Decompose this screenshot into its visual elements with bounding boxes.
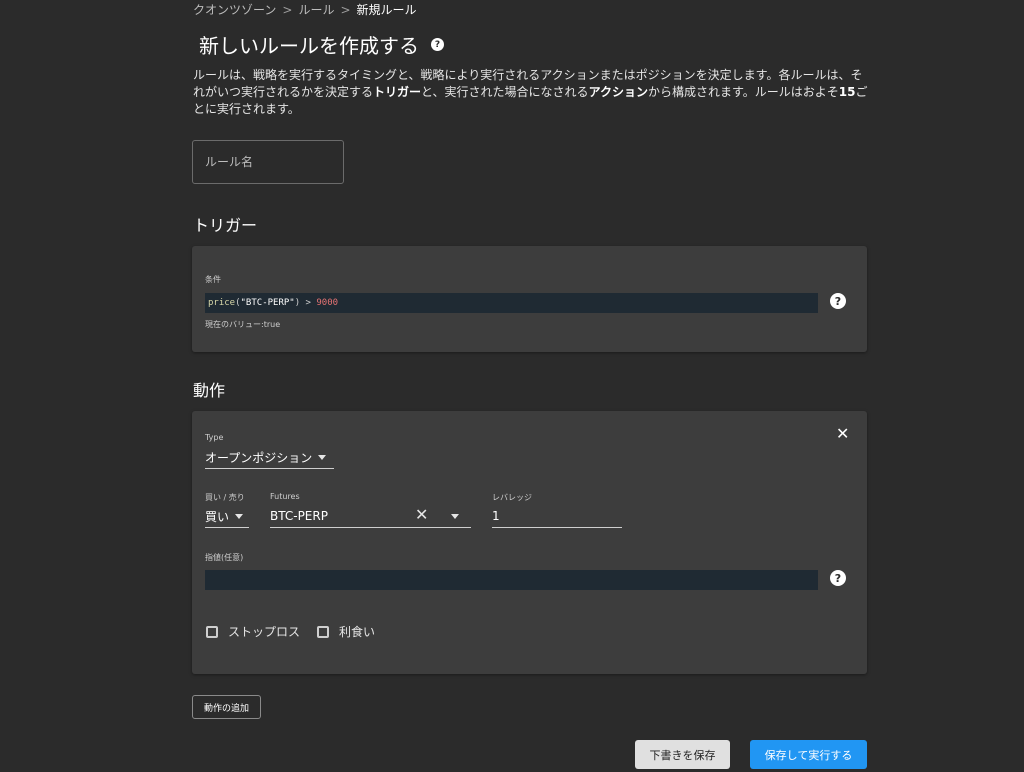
intro-action-term: アクション bbox=[588, 85, 648, 99]
rule-name-input[interactable] bbox=[192, 140, 344, 184]
chevron-down-icon bbox=[235, 514, 244, 519]
side-select[interactable]: 買い bbox=[205, 506, 249, 528]
current-value-label: 現在のバリュー: bbox=[205, 320, 264, 329]
futures-value: BTC-PERP bbox=[270, 509, 328, 523]
clear-icon[interactable]: ✕ bbox=[415, 505, 428, 524]
leverage-input[interactable]: 1 bbox=[492, 506, 622, 528]
code-operator: > bbox=[300, 298, 317, 308]
condition-help-icon[interactable]: ? bbox=[830, 293, 846, 309]
stop-loss-label: ストップロス bbox=[228, 625, 301, 639]
type-select[interactable]: オープンポジション bbox=[205, 447, 334, 469]
type-label: Type bbox=[205, 433, 224, 442]
limit-price-label: 指値(任意) bbox=[205, 553, 244, 562]
intro-paragraph: ルールは、戦略を実行するタイミングと、戦略により実行されるアクションまたはポジシ… bbox=[193, 67, 873, 118]
code-number: 9000 bbox=[316, 298, 339, 308]
breadcrumb-current: 新規ルール bbox=[356, 3, 417, 17]
close-icon[interactable]: ✕ bbox=[836, 424, 849, 443]
page-title-text: 新しいルールを作成する bbox=[199, 34, 419, 58]
intro-text: から構成されます。ルールはおよそ bbox=[647, 85, 839, 99]
action-heading: 動作 bbox=[193, 381, 226, 400]
chevron-down-icon[interactable] bbox=[451, 514, 459, 519]
side-value: 買い bbox=[205, 510, 230, 524]
trigger-panel: 条件 price("BTC-PERP") > 9000 ? 現在のバリュー:tr… bbox=[192, 246, 867, 352]
futures-label: Futures bbox=[270, 492, 300, 501]
code-string: "BTC-PERP" bbox=[240, 298, 295, 308]
current-value: 現在のバリュー:true bbox=[205, 319, 280, 330]
trigger-heading: トリガー bbox=[193, 216, 258, 235]
type-value: オープンポジション bbox=[205, 451, 313, 465]
save-draft-button[interactable]: 下書きを保存 bbox=[635, 740, 730, 769]
limit-price-help-icon[interactable]: ? bbox=[830, 570, 846, 586]
add-action-button[interactable]: 動作の追加 bbox=[192, 695, 261, 719]
page-title: 新しいルールを作成する ? bbox=[199, 30, 444, 59]
take-profit-checkbox[interactable] bbox=[317, 625, 329, 638]
stop-loss-checkbox[interactable] bbox=[206, 625, 218, 638]
chevron-down-icon bbox=[318, 455, 327, 460]
breadcrumb-separator: > bbox=[340, 3, 351, 17]
take-profit-label: 利食い bbox=[339, 625, 376, 639]
side-label: 買い / 売り bbox=[205, 493, 245, 502]
action-panel: ✕ Type オープンポジション 買い / 売り 買い Futures BTC-… bbox=[192, 411, 867, 674]
take-profit-toggle[interactable]: 利食い bbox=[317, 623, 375, 640]
help-icon[interactable]: ? bbox=[431, 38, 444, 51]
stop-loss-toggle[interactable]: ストップロス bbox=[206, 623, 300, 640]
code-function: price bbox=[208, 298, 236, 308]
condition-label: 条件 bbox=[205, 275, 221, 284]
leverage-label: レバレッジ bbox=[492, 493, 532, 502]
intro-text: と、実行された場合になされる bbox=[421, 85, 589, 99]
breadcrumb-separator: > bbox=[282, 3, 293, 17]
futures-select[interactable]: BTC-PERP ✕ bbox=[270, 505, 471, 528]
intro-trigger-term: トリガー bbox=[373, 85, 422, 99]
limit-price-input[interactable] bbox=[205, 570, 818, 590]
intro-interval: 15 bbox=[838, 85, 856, 99]
save-and-run-button[interactable]: 保存して実行する bbox=[750, 740, 867, 769]
breadcrumb: クオンツゾーン > ルール > 新規ルール bbox=[193, 1, 417, 18]
condition-editor[interactable]: price("BTC-PERP") > 9000 bbox=[205, 293, 818, 313]
leverage-value: 1 bbox=[492, 509, 500, 523]
breadcrumb-item-quantzone[interactable]: クオンツゾーン bbox=[193, 3, 276, 17]
current-value-text: true bbox=[263, 320, 281, 329]
breadcrumb-item-rules[interactable]: ルール bbox=[298, 3, 334, 17]
